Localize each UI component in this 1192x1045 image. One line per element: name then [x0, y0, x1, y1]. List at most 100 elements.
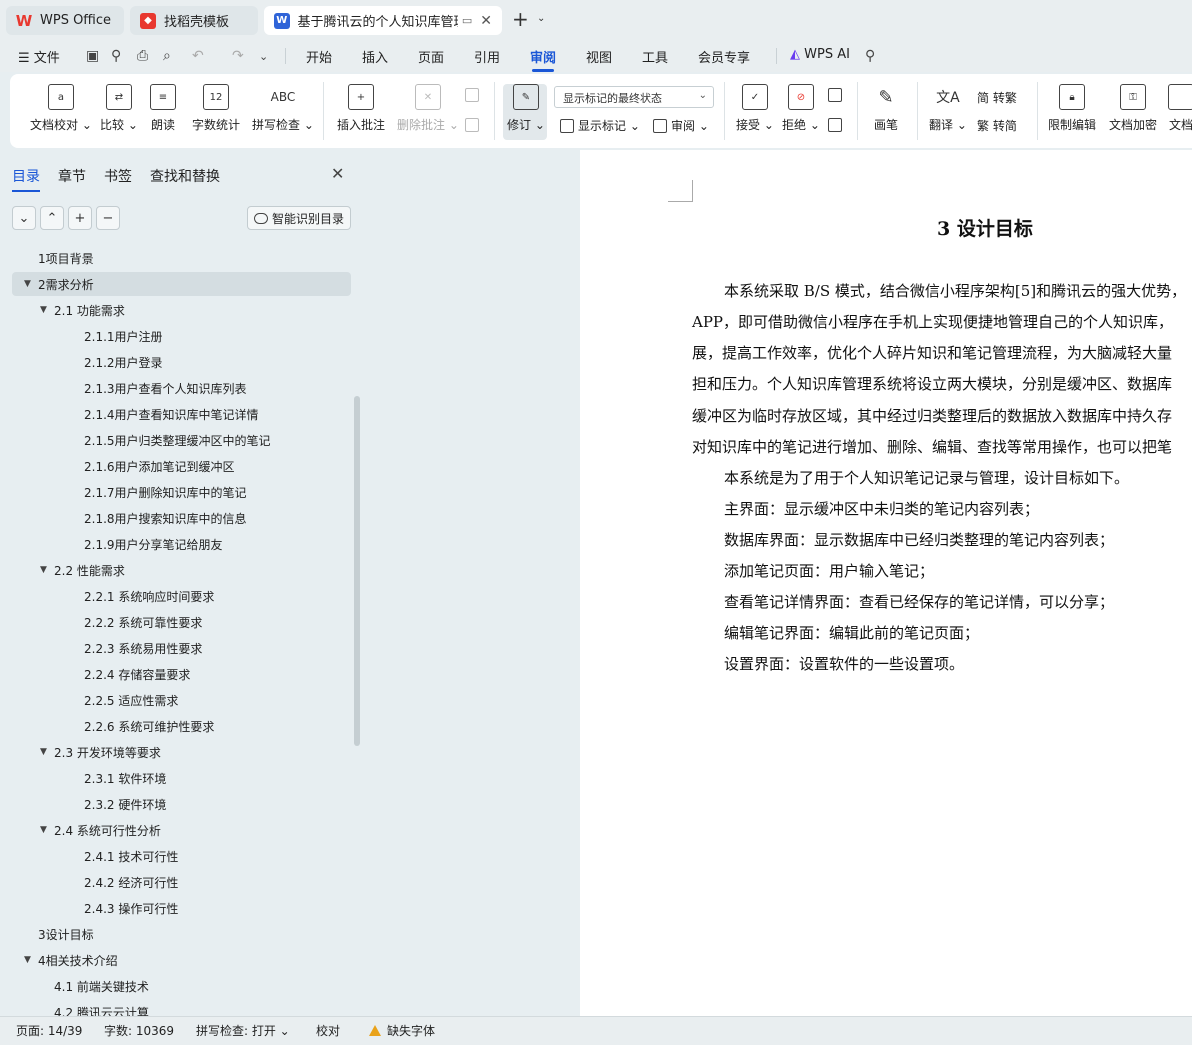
- next-change-icon[interactable]: [828, 118, 846, 132]
- toc-scrollbar[interactable]: [354, 396, 360, 746]
- save-icon[interactable]: ▣: [86, 48, 99, 64]
- toc-item[interactable]: 2.1.2用户登录: [56, 350, 163, 374]
- markup-state-select[interactable]: 显示标记的最终状态 ⌄: [554, 86, 714, 108]
- toc-item[interactable]: 2.1.7用户删除知识库中的笔记: [56, 480, 247, 504]
- new-tab-icon[interactable]: +: [512, 9, 529, 29]
- insert-comment-button[interactable]: + 插入批注: [337, 84, 385, 133]
- toc-item[interactable]: ▼ 2.3 开发环境等要求: [40, 740, 161, 764]
- toc-item[interactable]: 2.1.3用户查看个人知识库列表: [56, 376, 247, 400]
- page-indicator[interactable]: 页面: 14/39: [16, 1022, 82, 1039]
- nav-tab-sections[interactable]: 章节: [58, 166, 86, 186]
- toc-item[interactable]: 2.2.3 系统易用性要求: [56, 636, 202, 660]
- chevron-down-icon[interactable]: ⌄: [537, 13, 545, 24]
- translate-button[interactable]: 文A 翻译 ⌄: [929, 84, 967, 133]
- expand-triangle-icon[interactable]: ▼: [40, 825, 54, 835]
- menu-review[interactable]: 审阅: [530, 47, 556, 72]
- toc-item[interactable]: 2.1.5用户归类整理缓冲区中的笔记: [56, 428, 271, 452]
- toc-item[interactable]: 2.1.8用户搜索知识库中的信息: [56, 506, 247, 530]
- compare-button[interactable]: ⇄ 比较 ⌄: [100, 84, 138, 133]
- spell-check-status[interactable]: 拼写检查: 打开 ⌄: [196, 1022, 290, 1039]
- show-markup-button[interactable]: 显示标记 ⌄: [560, 117, 640, 134]
- toc-item[interactable]: 1项目背景: [24, 246, 94, 270]
- to-simplified-button[interactable]: 繁 转简: [977, 117, 1017, 134]
- document-page[interactable]: 3 设计目标 本系统采取 B/S 模式，结合微信小程序架构[5]和腾讯云的强大优…: [580, 150, 1192, 1016]
- menu-page[interactable]: 页面: [418, 47, 444, 66]
- nav-tab-toc[interactable]: 目录: [12, 166, 40, 192]
- toc-item[interactable]: 2.4.2 经济可行性: [56, 870, 178, 894]
- nav-tab-bookmarks[interactable]: 书签: [104, 166, 132, 186]
- tab-templates[interactable]: ◆ 找稻壳模板: [130, 6, 258, 35]
- menu-view[interactable]: 视图: [586, 47, 612, 66]
- undo-icon[interactable]: ↶: [192, 48, 204, 64]
- nav-tab-find-replace[interactable]: 查找和替换: [150, 166, 220, 186]
- toc-item[interactable]: ▼ 2.4 系统可行性分析: [40, 818, 161, 842]
- more-chevron-icon[interactable]: ⌄: [259, 50, 268, 63]
- toc-item[interactable]: 2.1.4用户查看知识库中笔记详情: [56, 402, 259, 426]
- toc-item[interactable]: ▼ 2.1 功能需求: [40, 298, 125, 322]
- expand-triangle-icon[interactable]: ▼: [24, 279, 38, 289]
- tab-document[interactable]: W 基于腾讯云的个人知识库管理系 ▭ ✕: [264, 6, 502, 35]
- menu-tools[interactable]: 工具: [642, 47, 668, 66]
- toc-item[interactable]: 2.1.1用户注册: [56, 324, 163, 348]
- spell-check-button[interactable]: ABC 拼写检查 ⌄: [252, 84, 314, 133]
- toc-item[interactable]: 2.3.2 硬件环境: [56, 792, 166, 816]
- toc-item[interactable]: 2.4.3 操作可行性: [56, 896, 178, 920]
- expand-icon[interactable]: ⌄: [12, 206, 36, 230]
- pen-button[interactable]: ✎ 画笔: [873, 84, 899, 133]
- prev-change-icon[interactable]: [828, 88, 846, 102]
- smart-toc-button[interactable]: 智能识别目录: [247, 206, 351, 230]
- read-aloud-button[interactable]: ≡ 朗读: [150, 84, 176, 133]
- toc-item[interactable]: 3设计目标: [24, 922, 94, 946]
- add-heading-icon[interactable]: +: [68, 206, 92, 230]
- toc-item[interactable]: 2.2.1 系统响应时间要求: [56, 584, 214, 608]
- print-preview-icon[interactable]: ⌕: [163, 48, 171, 64]
- expand-triangle-icon[interactable]: ▼: [40, 305, 54, 315]
- toc-item[interactable]: 2.2.4 存储容量要求: [56, 662, 190, 686]
- reject-button[interactable]: ⊘ 拒绝 ⌄: [782, 84, 820, 133]
- revise-button[interactable]: ✎ 修订 ⌄: [507, 84, 545, 133]
- word-count-button[interactable]: 12 字数统计: [192, 84, 240, 133]
- review-pane-button[interactable]: 审阅 ⌄: [653, 117, 709, 134]
- redo-icon[interactable]: ↷: [232, 48, 244, 64]
- word-count-indicator[interactable]: 字数: 10369: [104, 1022, 174, 1039]
- next-comment-icon[interactable]: [465, 118, 483, 132]
- toc-item[interactable]: 2.1.6用户添加笔记到缓冲区: [56, 454, 235, 478]
- menu-reference[interactable]: 引用: [474, 47, 500, 66]
- toc-item[interactable]: ▼ 4相关技术介绍: [24, 948, 118, 972]
- close-icon[interactable]: ✕: [331, 164, 344, 183]
- toc-item[interactable]: 2.4.1 技术可行性: [56, 844, 178, 868]
- tab-wps-office[interactable]: W WPS Office: [6, 6, 124, 35]
- missing-font-status[interactable]: 缺失字体: [369, 1022, 435, 1039]
- menu-file[interactable]: ☰ 文件: [18, 47, 60, 66]
- more-doc-button[interactable]: 文档: [1168, 84, 1192, 133]
- doc-check-button[interactable]: a 文档校对 ⌄: [30, 84, 92, 133]
- toc-item[interactable]: 2.2.6 系统可维护性要求: [56, 714, 214, 738]
- toc-item[interactable]: 2.3.1 软件环境: [56, 766, 166, 790]
- toc-item[interactable]: 2.1.9用户分享笔记给朋友: [56, 532, 223, 556]
- restrict-edit-button[interactable]: 🔒︎ 限制编辑: [1048, 84, 1096, 133]
- toc-item[interactable]: ▼ 2.2 性能需求: [40, 558, 125, 582]
- expand-triangle-icon[interactable]: ▼: [24, 955, 38, 965]
- toc-item[interactable]: 4.2 腾讯云云计算: [40, 1000, 149, 1017]
- encrypt-button[interactable]: ⚿ 文档加密: [1109, 84, 1157, 133]
- proofread-status[interactable]: 校对: [316, 1022, 340, 1039]
- print-icon[interactable]: ⎙: [137, 48, 148, 64]
- toc-item[interactable]: 2.2.2 系统可靠性要求: [56, 610, 202, 634]
- toc-item[interactable]: ▼ 2需求分析: [12, 272, 351, 296]
- expand-triangle-icon[interactable]: ▼: [40, 747, 54, 757]
- remove-heading-icon[interactable]: −: [96, 206, 120, 230]
- close-tab-icon[interactable]: ✕: [480, 13, 492, 29]
- menu-start[interactable]: 开始: [306, 47, 332, 66]
- delete-comment-button[interactable]: ✕ 删除批注 ⌄: [397, 84, 459, 133]
- share-icon[interactable]: ⚲: [111, 48, 121, 64]
- collapse-icon[interactable]: ⌃: [40, 206, 64, 230]
- toc-item[interactable]: 2.2.5 适应性需求: [56, 688, 178, 712]
- menu-wps-ai[interactable]: ◭ WPS AI: [790, 47, 850, 62]
- prev-comment-icon[interactable]: [465, 88, 483, 102]
- toc-item[interactable]: 4.1 前端关键技术: [40, 974, 149, 998]
- expand-triangle-icon[interactable]: ▼: [40, 565, 54, 575]
- search-icon[interactable]: ⚲: [865, 48, 875, 64]
- to-traditional-button[interactable]: 简 转繁: [977, 89, 1017, 106]
- accept-button[interactable]: ✓ 接受 ⌄: [736, 84, 774, 133]
- menu-insert[interactable]: 插入: [362, 47, 388, 66]
